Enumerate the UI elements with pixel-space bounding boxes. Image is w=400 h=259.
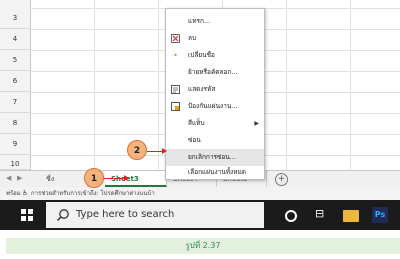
row-header[interactable]: 7 [0,92,30,113]
add-sheet-button[interactable]: + [275,173,288,186]
delete-sheet-icon [171,34,180,43]
scroll-left-icon[interactable]: ◀ [6,174,11,182]
callout-2: 2 [127,140,147,160]
callout-1-arrow [104,178,126,179]
task-view-icon[interactable]: ⊟ [315,207,331,223]
row-header[interactable]: 3 [0,8,30,29]
menu-item-select-all-sheets[interactable]: เลือกแผ่นงานทั้งหมด [166,166,264,179]
accessibility-status[interactable]: การช่วยสำหรับการเข้าถึง: โปรดศึกษาต่างแน… [31,187,155,200]
view-code-icon [171,85,180,94]
search-placeholder: Type here to search [76,209,175,220]
row-header-column: 3 4 5 6 7 8 9 10 [0,0,31,170]
scroll-right-icon[interactable]: ▶ [17,174,22,182]
sheet-context-menu: แทรก... ลบ • เปลี่ยนชื่อ ย้ายหรือคัดลอก.… [165,8,265,180]
callout-2-arrowhead [162,148,167,154]
row-header[interactable]: 10 [0,155,30,170]
row-header[interactable]: 4 [0,29,30,50]
windows-start-icon[interactable] [21,209,33,221]
tab-sheet3[interactable]: Sheet3 [105,171,167,187]
grid-line [350,0,351,170]
row-header[interactable]: 9 [0,134,30,155]
menu-item-unhide[interactable]: ยกเลิกการซ่อน... [166,149,264,166]
menu-item-hide[interactable]: ซ่อน [166,132,264,149]
accessibility-icon[interactable]: ♿ [22,187,28,200]
figure-caption: รูปที่ 2.37 [6,238,400,254]
row-header[interactable]: 6 [0,71,30,92]
status-bar: พร้อม ♿ การช่วยสำหรับการเข้าถึง: โปรดศึก… [0,187,400,200]
file-explorer-icon[interactable] [343,210,359,222]
menu-item-protect-sheet[interactable]: ป้องกันแผ่นงาน... [166,98,264,115]
taskbar-search-input[interactable]: Type here to search [46,202,264,228]
status-ready: พร้อม [6,190,21,197]
protect-sheet-icon [171,102,180,111]
menu-item-tab-color[interactable]: สีแท็บ ▶ [166,115,264,132]
search-icon [56,209,69,222]
grid-line [286,0,287,170]
menu-item-move-copy[interactable]: ย้ายหรือคัดลอก... [166,64,264,81]
menu-item-insert[interactable]: แทรก... [166,13,264,30]
figure-caption-area: รูปที่ 2.37 [0,230,400,259]
photoshop-icon[interactable]: Ps [372,207,388,223]
sheet-tab[interactable]: ชี่ง [40,171,88,187]
grid-line [94,0,95,170]
menu-item-delete[interactable]: ลบ [166,30,264,47]
row-header[interactable]: 8 [0,113,30,134]
callout-1: 1 [84,168,104,188]
menu-item-view-code[interactable]: แสดงรหัส [166,81,264,98]
submenu-arrow-icon: ▶ [254,120,259,127]
rename-icon: • [173,51,178,60]
cortana-icon[interactable] [285,210,297,222]
menu-item-rename[interactable]: • เปลี่ยนชื่อ [166,47,264,64]
grid-line [158,0,159,170]
callout-1-arrowhead [124,175,129,181]
windows-taskbar: Type here to search ⊟ Ps [0,200,400,230]
row-header[interactable]: 5 [0,50,30,71]
